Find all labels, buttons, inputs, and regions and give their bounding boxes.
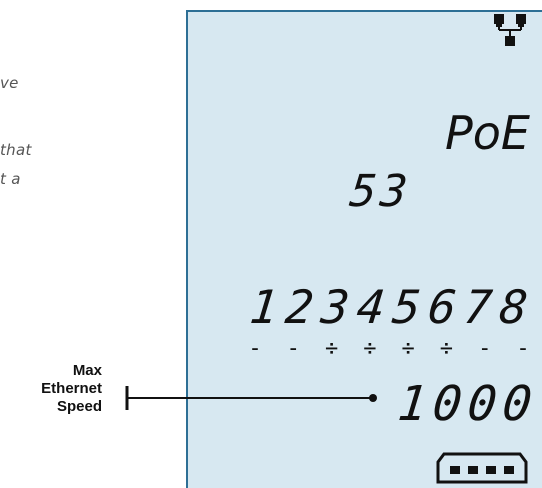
pin-status-row: - - ÷ ÷ ÷ ÷ - - bbox=[244, 336, 534, 361]
pin-status-8: - bbox=[516, 336, 530, 361]
pin-status-6: ÷ bbox=[439, 336, 454, 361]
pin-numbers: 12345678 bbox=[247, 280, 539, 334]
ethernet-port-icon bbox=[436, 452, 528, 484]
network-icon bbox=[494, 14, 526, 46]
left-text-line-2: that bbox=[0, 141, 32, 159]
pin-status-5: ÷ bbox=[401, 336, 415, 361]
left-text-line-1: ve bbox=[0, 74, 19, 92]
pin-status-7: - bbox=[478, 336, 492, 361]
pin-status-3: ÷ bbox=[324, 336, 339, 361]
value-readout: 53 bbox=[347, 166, 414, 217]
annotation-line-1: Max bbox=[72, 362, 102, 379]
ethernet-speed-value: 1000 bbox=[395, 376, 541, 432]
poe-label: PoE bbox=[445, 106, 530, 160]
annotation-line-3: Speed bbox=[56, 398, 102, 415]
annotation-line-2: Ethernet bbox=[41, 380, 102, 397]
pin-status-1: - bbox=[248, 336, 262, 361]
max-ethernet-speed-label: Max Ethernet Speed bbox=[41, 362, 102, 416]
left-text-line-3: t a bbox=[0, 170, 21, 188]
pin-status-2: - bbox=[286, 336, 300, 361]
pin-status-4: ÷ bbox=[363, 336, 377, 361]
